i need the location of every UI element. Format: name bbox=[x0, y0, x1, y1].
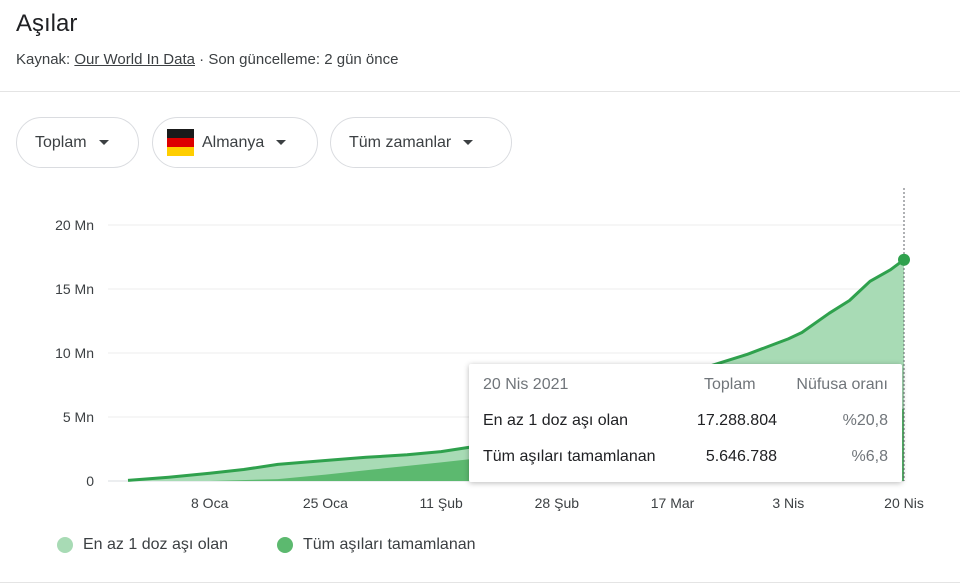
caret-down-icon bbox=[98, 140, 109, 145]
page-title: Aşılar bbox=[16, 10, 78, 37]
tooltip-col-pct: Nüfusa oranı bbox=[796, 376, 888, 393]
legend-item-first-dose[interactable]: En az 1 doz aşı olan bbox=[57, 536, 228, 554]
y-tick-label: 15 Mn bbox=[55, 281, 94, 297]
y-tick-label: 20 Mn bbox=[55, 217, 94, 233]
tooltip-date: 20 Nis 2021 bbox=[483, 376, 569, 393]
legend-item-fully-vaccinated[interactable]: Tüm aşıları tamamlanan bbox=[277, 536, 476, 554]
divider bbox=[0, 91, 960, 92]
metric-dropdown[interactable]: Toplam bbox=[16, 117, 139, 168]
x-tick-label: 17 Mar bbox=[651, 495, 695, 511]
source-label: Kaynak: bbox=[16, 51, 71, 68]
x-tick-label: 25 Oca bbox=[303, 495, 348, 511]
germany-flag-icon bbox=[167, 129, 194, 156]
range-dropdown[interactable]: Tüm zamanlar bbox=[330, 117, 512, 168]
y-tick-label: 10 Mn bbox=[55, 345, 94, 361]
hover-point bbox=[898, 253, 910, 266]
update-info: · Son güncelleme: 2 gün önce bbox=[194, 51, 399, 68]
tooltip-header: 20 Nis 2021 Toplam Nüfusa oranı bbox=[483, 376, 888, 400]
x-tick-label: 8 Oca bbox=[191, 495, 229, 511]
tooltip-row-first-dose: En az 1 doz aşı olan 17.288.804 %20,8 bbox=[483, 412, 888, 436]
x-tick-label: 3 Nis bbox=[772, 495, 804, 511]
tooltip-label: En az 1 doz aşı olan bbox=[483, 412, 628, 429]
legend-swatch bbox=[277, 537, 293, 553]
tooltip-pct: %20,8 bbox=[842, 412, 888, 429]
tooltip-total: 17.288.804 bbox=[696, 412, 777, 429]
chart-tooltip: 20 Nis 2021 Toplam Nüfusa oranı En az 1 … bbox=[469, 364, 902, 482]
tooltip-pct: %6,8 bbox=[851, 448, 888, 465]
y-tick-label: 0 bbox=[86, 473, 94, 489]
caret-down-icon bbox=[276, 140, 287, 145]
tooltip-row-fully: Tüm aşıları tamamlanan 5.646.788 %6,8 bbox=[483, 448, 888, 472]
x-tick-label: 20 Nis bbox=[884, 495, 924, 511]
legend-swatch bbox=[57, 537, 73, 553]
legend-label: En az 1 doz aşı olan bbox=[83, 536, 228, 553]
tooltip-col-total: Toplam bbox=[704, 376, 756, 393]
x-tick-label: 11 Şub bbox=[419, 495, 463, 511]
y-tick-label: 5 Mn bbox=[63, 409, 94, 425]
tooltip-label: Tüm aşıları tamamlanan bbox=[483, 448, 656, 465]
source-line: Kaynak: Our World In Data · Son güncelle… bbox=[16, 51, 398, 68]
tooltip-total: 5.646.788 bbox=[705, 448, 777, 465]
metric-dropdown-label: Toplam bbox=[35, 133, 87, 151]
caret-down-icon bbox=[463, 140, 474, 145]
divider bbox=[0, 582, 960, 583]
country-dropdown-label: Almanya bbox=[202, 133, 265, 151]
country-dropdown[interactable]: Almanya bbox=[152, 117, 318, 168]
legend-label: Tüm aşıları tamamlanan bbox=[303, 536, 476, 553]
source-link[interactable]: Our World In Data bbox=[74, 51, 195, 68]
x-tick-label: 28 Şub bbox=[535, 495, 580, 511]
range-dropdown-label: Tüm zamanlar bbox=[349, 133, 452, 151]
